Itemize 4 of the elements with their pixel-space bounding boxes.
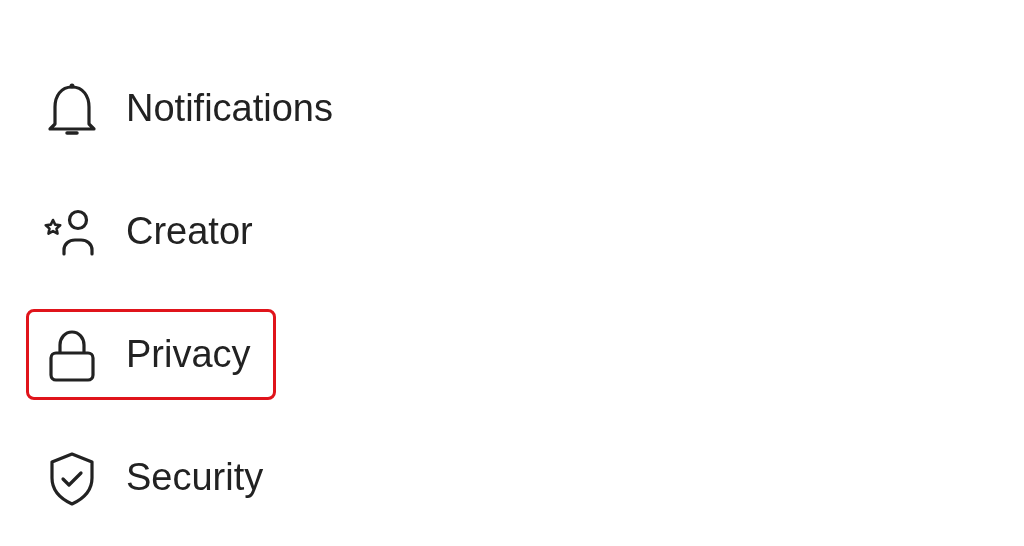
highlighted-menu-item[interactable]: Privacy <box>26 309 276 400</box>
menu-item[interactable]: Creator <box>26 186 278 277</box>
menu-item[interactable]: Security <box>26 432 289 523</box>
menu-item[interactable]: Notifications <box>26 63 358 154</box>
